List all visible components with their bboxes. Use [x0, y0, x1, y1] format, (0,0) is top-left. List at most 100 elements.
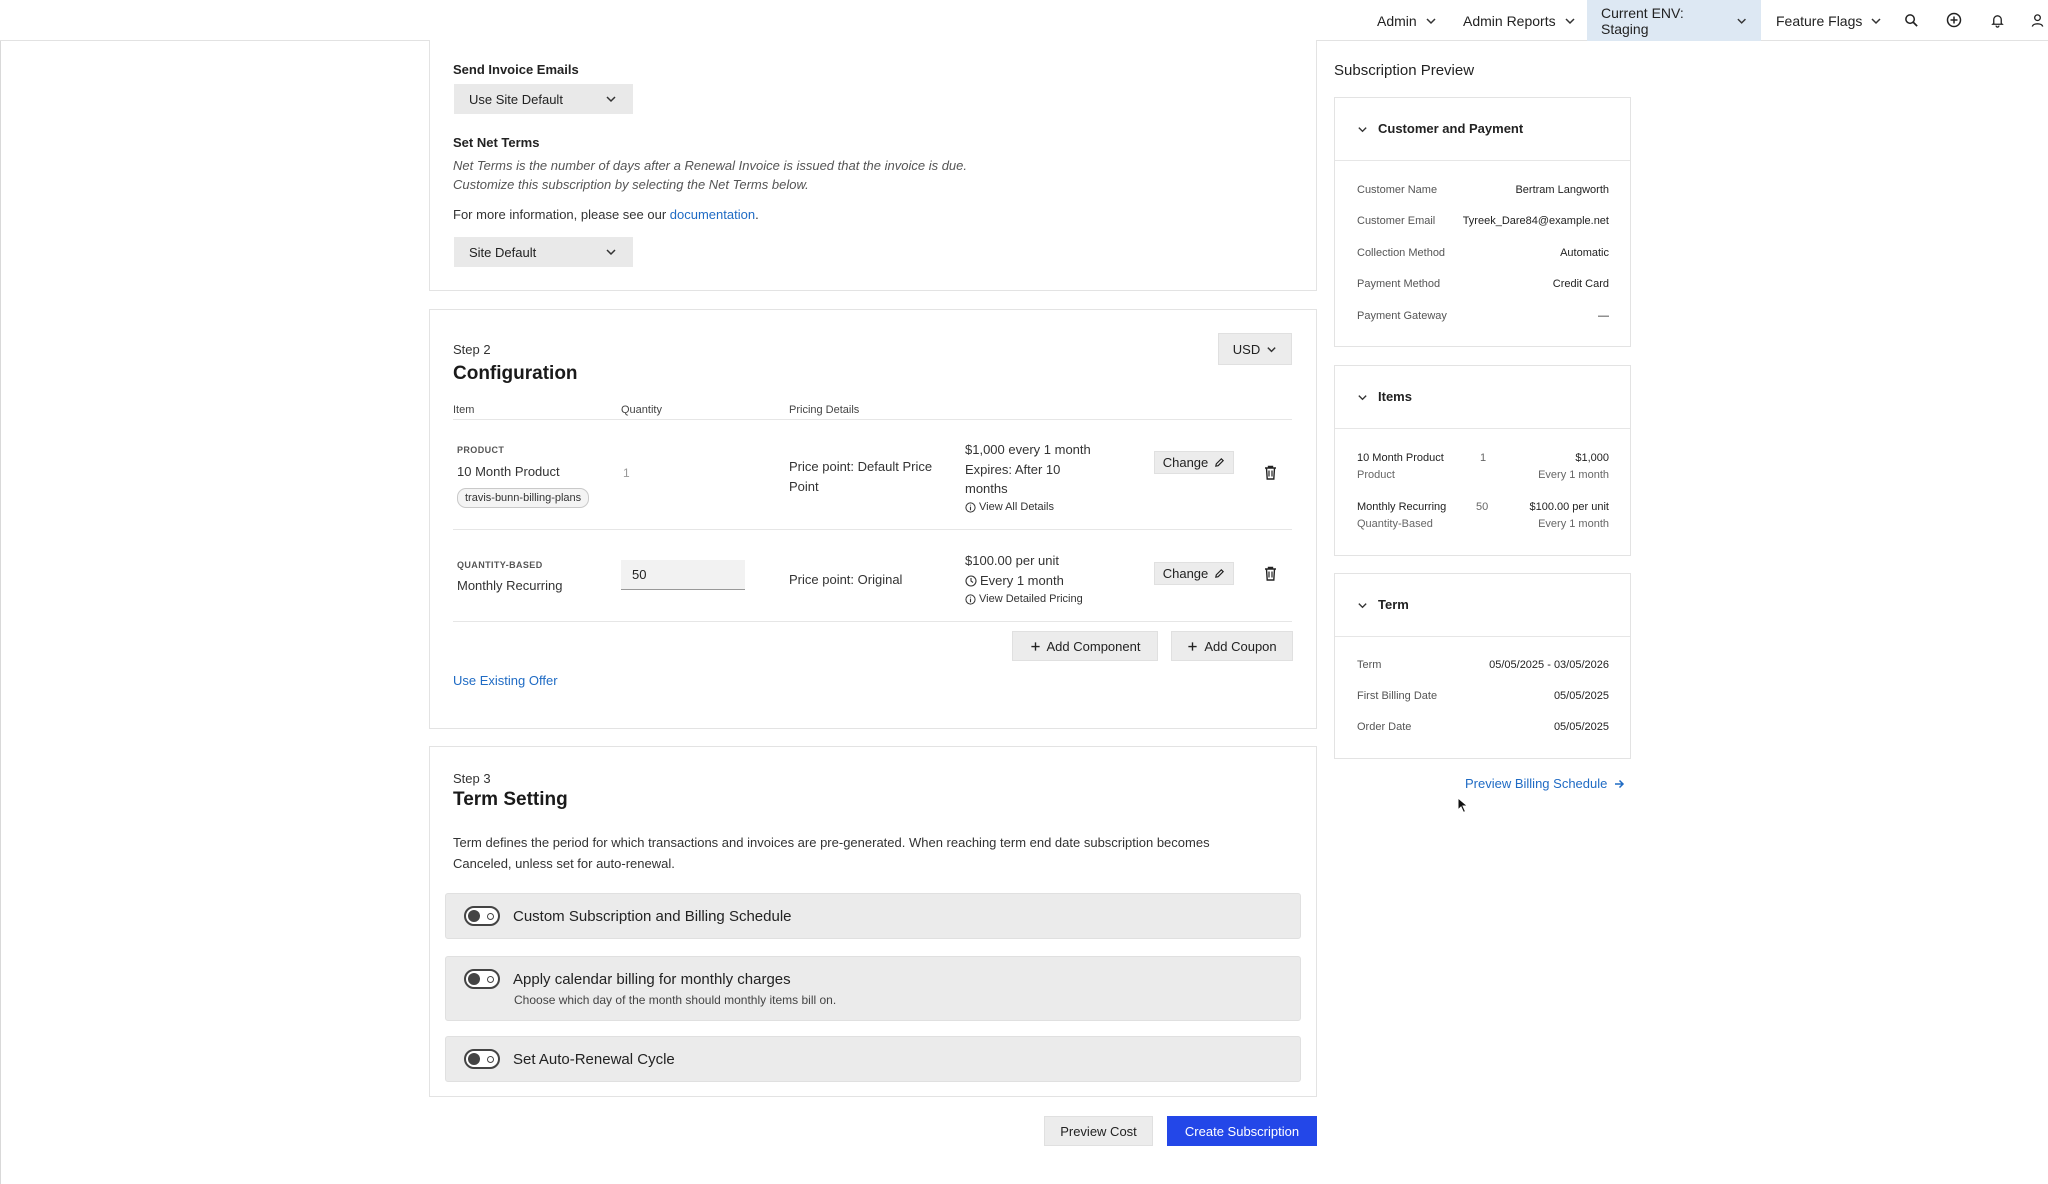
add-coupon-button[interactable]: Add Coupon: [1171, 631, 1293, 661]
user-icon[interactable]: [2030, 10, 2048, 30]
documentation-link[interactable]: documentation: [670, 207, 755, 222]
pencil-icon: [1215, 568, 1225, 578]
payment-gateway-label: Payment Gateway: [1357, 310, 1447, 322]
chevron-down-icon: [606, 249, 616, 256]
column-quantity: Quantity: [621, 404, 662, 416]
preview-customer-card: Customer and Payment Customer Name Bertr…: [1334, 97, 1631, 347]
collection-method-label: Collection Method: [1357, 247, 1446, 259]
configuration-card: Step 2 Configuration USD Item Quantity P…: [429, 309, 1317, 729]
nav-admin-reports[interactable]: Admin Reports: [1463, 0, 1576, 41]
item2-qty: 50: [1476, 501, 1489, 513]
plus-icon: [1188, 641, 1197, 651]
preview-billing-schedule-link[interactable]: Preview Billing Schedule: [1465, 776, 1625, 791]
nav-feature-flags[interactable]: Feature Flags: [1776, 0, 1882, 41]
section-divider: [1335, 636, 1630, 637]
search-icon[interactable]: [1901, 10, 1921, 30]
info-icon: [965, 501, 976, 513]
row2-change-button[interactable]: Change: [1154, 562, 1234, 585]
item2-frequency: Every 1 month: [1538, 518, 1609, 530]
toggle-row-calendar-billing: Apply calendar billing for monthly charg…: [445, 956, 1301, 1021]
row1-expires-1: Expires: After 10: [965, 462, 1061, 477]
arrow-right-icon: [1615, 779, 1625, 788]
row1-expires-2: months: [965, 481, 1008, 496]
row1-change-button[interactable]: Change: [1154, 451, 1234, 474]
item1-frequency: Every 1 month: [1538, 469, 1609, 481]
chevron-down-icon: [1267, 346, 1276, 352]
calendar-billing-toggle[interactable]: [464, 969, 500, 989]
row-divider: [453, 529, 1292, 530]
payment-method-label: Payment Method: [1357, 278, 1441, 290]
row2-view-detailed-pricing[interactable]: View Detailed Pricing: [965, 593, 1083, 605]
calendar-billing-label: Apply calendar billing for monthly charg…: [513, 971, 791, 988]
row2-price: $100.00 per unit: [965, 553, 1059, 568]
item1-type: Product: [1357, 469, 1395, 481]
chevron-down-icon: [1358, 395, 1367, 401]
column-item: Item: [453, 404, 475, 416]
create-subscription-button[interactable]: Create Subscription: [1167, 1116, 1317, 1146]
add-component-button[interactable]: Add Component: [1012, 631, 1158, 661]
step-3-label: Step 3: [453, 771, 491, 786]
row1-price-point-1: Price point: Default Price: [789, 459, 933, 474]
subscription-preview-title: Subscription Preview: [1334, 62, 1475, 79]
collection-method-value: Automatic: [1560, 247, 1609, 259]
add-component-label: Add Component: [1046, 638, 1141, 654]
net-terms-desc-1: Net Terms is the number of days after a …: [453, 158, 968, 173]
toggle-row-auto-renewal: Set Auto-Renewal Cycle: [445, 1036, 1301, 1082]
item1-name: 10 Month Product: [1357, 452, 1444, 464]
row2-details-link-label: View Detailed Pricing: [979, 593, 1083, 605]
term-desc-1: Term defines the period for which transa…: [453, 835, 1210, 850]
trash-icon[interactable]: [1264, 566, 1277, 581]
configuration-title: Configuration: [453, 363, 578, 384]
chevron-down-icon: [1358, 127, 1367, 133]
nav-current-env[interactable]: Current ENV: Staging: [1587, 0, 1761, 41]
row2-change-label: Change: [1162, 566, 1209, 581]
more-info-text: For more information, please see our doc…: [453, 207, 759, 222]
nav-admin-reports-label: Admin Reports: [1463, 12, 1556, 29]
term-setting-title: Term Setting: [453, 789, 568, 810]
item1-price: $1,000: [1575, 452, 1609, 464]
nav-admin-label: Admin: [1377, 12, 1417, 29]
chevron-down-icon: [1871, 17, 1881, 24]
more-info-suffix: .: [755, 207, 759, 222]
currency-select[interactable]: USD: [1218, 333, 1292, 365]
add-circle-icon[interactable]: [1944, 10, 1964, 30]
net-terms-select[interactable]: Site Default: [454, 237, 633, 267]
billing-settings-card: Send Invoice Emails Use Site Default Set…: [429, 40, 1317, 291]
info-icon: [965, 593, 976, 605]
customer-section-title: Customer and Payment: [1378, 121, 1524, 136]
item2-type: Quantity-Based: [1357, 518, 1433, 530]
row1-view-all-details[interactable]: View All Details: [965, 501, 1054, 513]
top-nav: Admin Admin Reports Current ENV: Staging…: [0, 0, 2048, 41]
row1-type: PRODUCT: [457, 445, 505, 455]
row1-plan-tag: travis-bunn-billing-plans: [457, 488, 590, 508]
custom-schedule-toggle[interactable]: [464, 906, 500, 926]
plus-icon: [1030, 641, 1040, 651]
mouse-cursor-icon: [1457, 797, 1469, 814]
term-desc-2: Canceled, unless set for auto-renewal.: [453, 856, 675, 871]
chevron-down-icon: [1565, 17, 1575, 24]
row1-quantity: 1: [623, 466, 630, 480]
order-date-value: 05/05/2025: [1553, 721, 1609, 733]
row1-details-link-label: View All Details: [979, 501, 1054, 513]
chevron-down-icon: [1737, 18, 1746, 24]
use-existing-offer-link[interactable]: Use Existing Offer: [453, 673, 558, 688]
trash-icon[interactable]: [1264, 465, 1277, 480]
bell-icon[interactable]: [1987, 10, 2007, 30]
row1-name: 10 Month Product: [457, 464, 560, 479]
pencil-icon: [1215, 457, 1225, 467]
customer-name-label: Customer Name: [1357, 184, 1438, 196]
calendar-billing-sub: Choose which day of the month should mon…: [514, 993, 837, 1007]
row2-frequency: Every 1 month: [965, 573, 1064, 588]
chevron-down-icon: [1426, 17, 1436, 24]
net-terms-value: Site Default: [469, 244, 537, 260]
nav-admin[interactable]: Admin: [1377, 0, 1437, 41]
auto-renewal-toggle[interactable]: [464, 1049, 500, 1069]
send-invoice-select[interactable]: Use Site Default: [454, 84, 633, 114]
preview-term-card: Term Term 05/05/2025 - 03/05/2026 First …: [1334, 573, 1631, 759]
item1-qty: 1: [1480, 452, 1487, 464]
row2-frequency-label: Every 1 month: [980, 573, 1064, 588]
row2-quantity-input[interactable]: [621, 560, 745, 590]
preview-cost-button[interactable]: Preview Cost: [1044, 1116, 1153, 1146]
chevron-down-icon: [606, 96, 616, 103]
first-billing-value: 05/05/2025: [1553, 690, 1609, 702]
